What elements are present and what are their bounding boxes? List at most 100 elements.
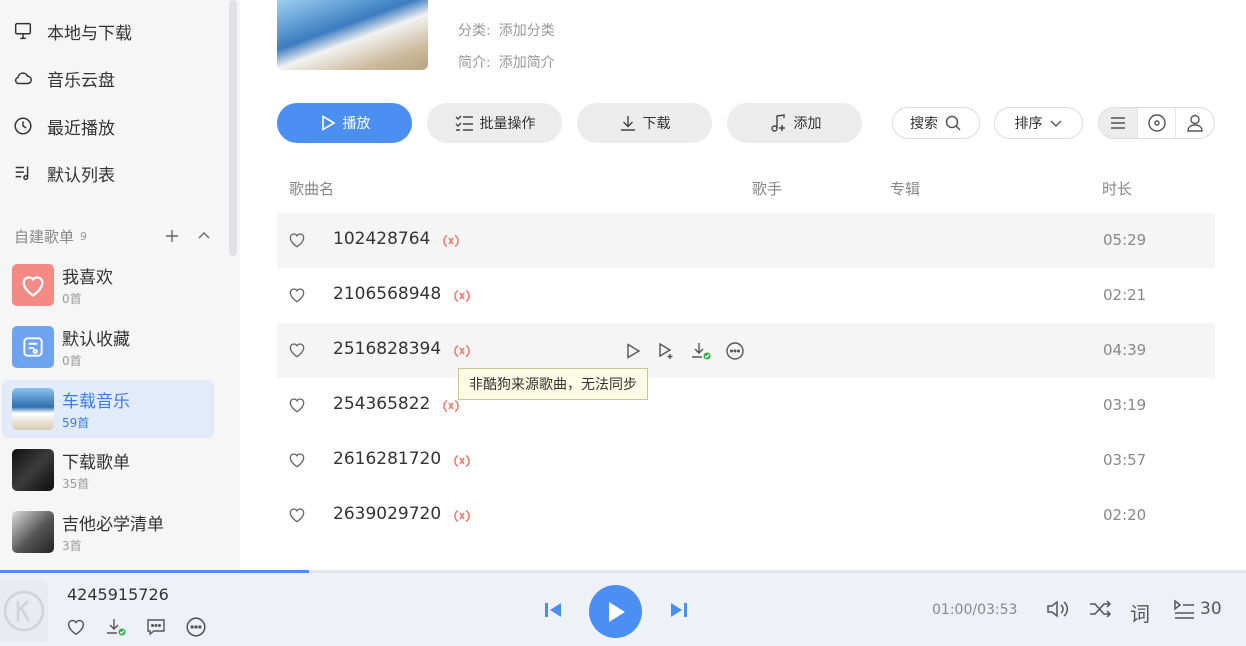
download-done-icon [692, 343, 711, 360]
lyrics-label: 词 [1130, 602, 1150, 626]
next-icon [671, 603, 687, 617]
search-icon [945, 115, 961, 131]
previous-button[interactable] [540, 598, 566, 622]
song-duration: 03:57 [1103, 451, 1147, 469]
song-row[interactable]: 102428764 05:29 [277, 213, 1215, 268]
song-row[interactable]: 2639029720 02:20 [277, 488, 1215, 543]
list-view-button[interactable] [1099, 108, 1138, 138]
add-category-link[interactable]: 添加分类 [499, 23, 555, 39]
row-more-button[interactable] [724, 340, 746, 362]
view-switcher [1098, 107, 1215, 139]
current-track-cover[interactable] [0, 580, 48, 642]
playlist-item-liked[interactable]: 我喜欢 0首 [2, 256, 214, 314]
play-icon [627, 343, 641, 359]
play-icon [321, 115, 336, 131]
play-all-button[interactable]: 播放 [277, 103, 412, 143]
song-duration: 02:21 [1103, 286, 1147, 304]
column-duration[interactable]: 时长 [1102, 178, 1132, 199]
more-button[interactable] [184, 615, 208, 639]
no-sync-icon[interactable] [453, 452, 471, 470]
play-pause-button[interactable] [589, 585, 642, 638]
nav-recent[interactable]: 最近播放 [12, 111, 115, 141]
album-view-button[interactable] [1138, 108, 1177, 138]
sidebar-scrollbar[interactable] [229, 0, 237, 256]
song-row[interactable]: 254365822 03:19 [277, 378, 1215, 433]
playlist-item-favorites[interactable]: 默认收藏 0首 [2, 318, 214, 376]
next-button[interactable] [666, 598, 692, 622]
column-song[interactable]: 歌曲名 [289, 178, 334, 199]
no-sync-icon[interactable] [453, 342, 471, 360]
download-icon [620, 116, 635, 131]
progress-bar[interactable] [0, 570, 1246, 573]
heart-icon[interactable] [287, 505, 307, 525]
play-all-label: 播放 [342, 116, 371, 132]
queue-button[interactable]: 30 [1172, 598, 1222, 620]
current-track-title[interactable]: 4245915726 [67, 585, 169, 604]
chevron-up-icon [198, 232, 210, 239]
search-button[interactable]: 搜索 [892, 107, 980, 139]
monitor-icon [14, 22, 32, 40]
batch-operation-button[interactable]: 批量操作 [427, 103, 562, 143]
no-sync-icon[interactable] [453, 287, 471, 305]
queue-icon [1174, 599, 1194, 619]
song-title: 2516828394 [333, 339, 442, 359]
heart-icon[interactable] [287, 285, 307, 305]
main-content: 分类: 添加分类 简介: 添加简介 播放 批量操作 下载 添加 搜索 排序 歌曲… [240, 0, 1246, 570]
add-playlist-button[interactable] [162, 226, 182, 246]
add-intro-link[interactable]: 添加简介 [499, 55, 555, 71]
shuffle-button[interactable] [1088, 598, 1114, 620]
nav-label: 默认列表 [47, 165, 115, 186]
heart-icon[interactable] [287, 450, 307, 470]
comment-button[interactable] [144, 615, 168, 639]
previous-icon [545, 603, 561, 617]
playlist-name: 下载歌单 [62, 453, 130, 473]
no-sync-icon[interactable] [442, 232, 460, 250]
add-button[interactable]: 添加 [727, 103, 862, 143]
song-row[interactable]: 2106568948 02:21 [277, 268, 1215, 323]
section-count: 9 [80, 229, 88, 243]
song-duration: 04:39 [1103, 341, 1147, 359]
heart-icon [22, 276, 44, 297]
playlist-item-guitar[interactable]: 吉他必学清单 3首 [2, 503, 214, 561]
song-row[interactable]: 2616281720 03:57 [277, 433, 1215, 488]
download-status-button[interactable] [104, 615, 128, 639]
nav-local-download[interactable]: 本地与下载 [12, 16, 132, 46]
intro-label: 简介: [458, 55, 491, 71]
song-title: 2616281720 [333, 449, 442, 469]
nav-cloud-disk[interactable]: 音乐云盘 [12, 63, 115, 93]
column-album[interactable]: 专辑 [890, 178, 920, 199]
row-play-next-button[interactable] [656, 340, 678, 362]
progress-fill [0, 570, 309, 573]
lyrics-button[interactable]: 词 [1130, 598, 1150, 627]
row-play-button[interactable] [622, 340, 644, 362]
download-button[interactable]: 下载 [577, 103, 712, 143]
column-artist[interactable]: 歌手 [752, 178, 782, 199]
heart-icon[interactable] [287, 230, 307, 250]
kugou-logo-icon [3, 590, 45, 632]
playlist-count: 3首 [62, 539, 82, 553]
playlist-item-download[interactable]: 下载歌单 35首 [2, 441, 214, 499]
clock-icon [14, 117, 32, 135]
sort-button[interactable]: 排序 [994, 107, 1083, 139]
category-row: 分类: 添加分类 [458, 20, 555, 40]
playlist-name: 我喜欢 [62, 268, 113, 288]
category-label: 分类: [458, 23, 491, 39]
artist-view-button[interactable] [1176, 108, 1214, 138]
song-row-hovered[interactable]: 2516828394 04:39 [277, 323, 1215, 378]
heart-icon[interactable] [287, 395, 307, 415]
current-track-actions [64, 615, 208, 639]
collapse-section-button[interactable] [194, 226, 214, 246]
heart-icon[interactable] [287, 340, 307, 360]
user-icon [1187, 114, 1203, 132]
song-title: 254365822 [333, 394, 431, 414]
nav-default-list[interactable]: 默认列表 [12, 158, 115, 188]
nav-label: 本地与下载 [47, 23, 132, 44]
no-sync-icon[interactable] [453, 507, 471, 525]
volume-button[interactable] [1045, 598, 1071, 620]
playlist-count: 35首 [62, 477, 90, 491]
like-button[interactable] [64, 615, 88, 639]
playlist-item-car-music[interactable]: 车载音乐 59首 [2, 380, 214, 438]
row-download-button[interactable] [690, 340, 712, 362]
app-window: 本地与下载 音乐云盘 最近播放 默认列表 自建歌单 9 我喜欢 0首 默认收藏 … [0, 0, 1246, 646]
playlist-count: 0首 [62, 292, 82, 306]
